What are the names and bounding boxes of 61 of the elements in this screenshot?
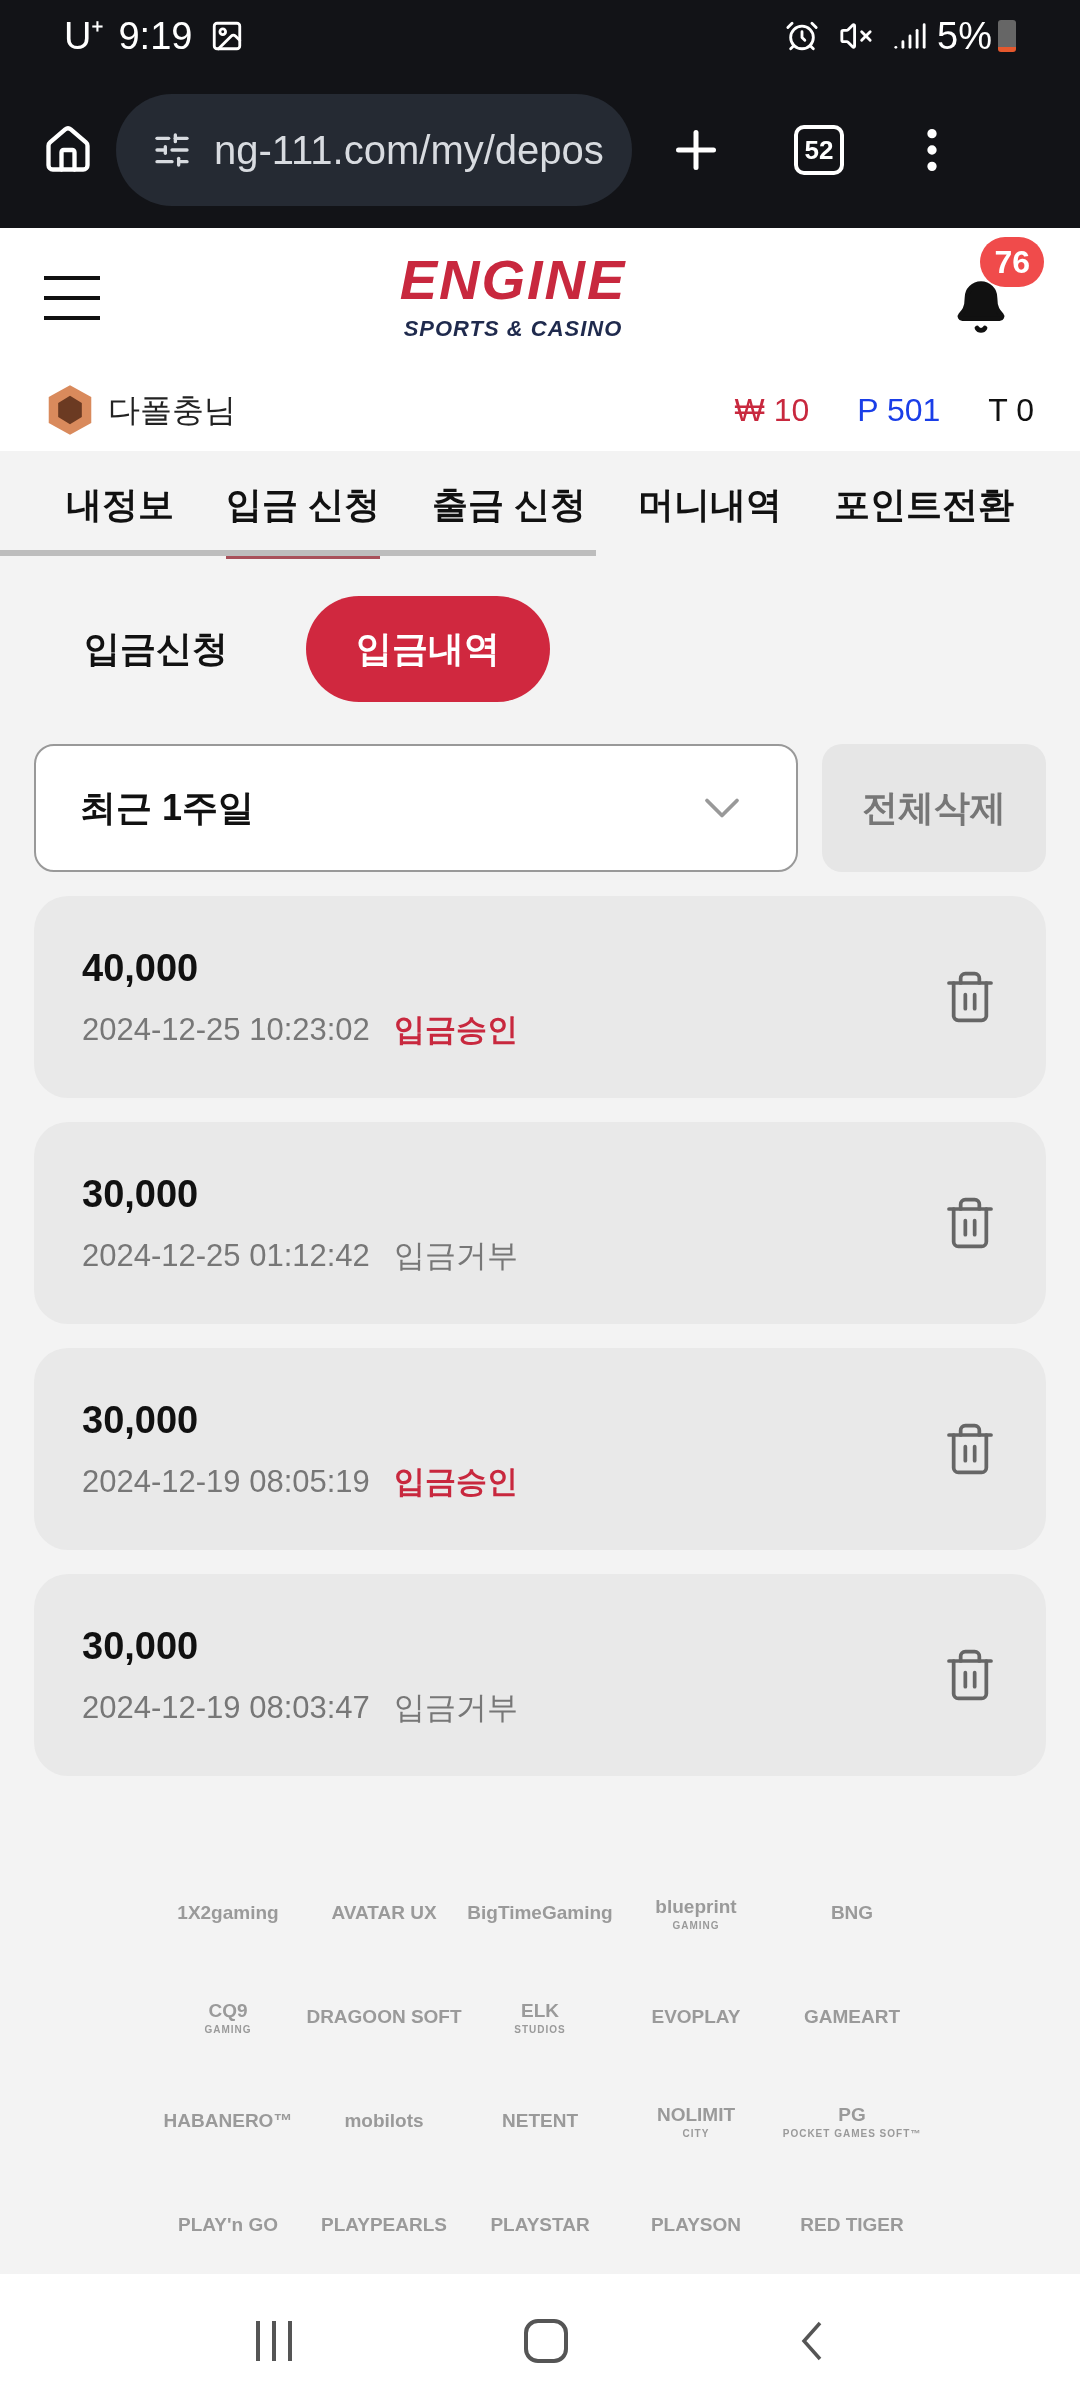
status-text: 입금거부	[393, 1689, 518, 1728]
provider-logo: NETENT	[502, 2109, 578, 2133]
provider-logo: AVATAR UX	[331, 1901, 437, 1925]
provider-logo: mobilots	[344, 2109, 424, 2133]
sub-tab[interactable]: 입금신청	[56, 596, 256, 702]
provider-logo: GAMEART	[803, 2005, 901, 2029]
amount-text: 30,000	[82, 1172, 200, 1218]
username-label: 다폴충님	[108, 390, 236, 430]
delete-all-button[interactable]: 전체삭제	[822, 744, 1046, 872]
datetime-text: 2024-12-25 10:23:02	[82, 1011, 370, 1050]
provider-logo: BigTimeGaming	[467, 1901, 613, 1925]
balance-label: T 0	[988, 390, 1034, 430]
sub-tab[interactable]: 입금내역	[306, 596, 550, 702]
provider-logo: BNG	[830, 1901, 874, 1925]
alarm-icon	[785, 19, 820, 53]
notification-count-badge: 76	[980, 237, 1044, 287]
nav-tab[interactable]: 머니내역	[638, 459, 782, 559]
logo-subtitle: SPORTS & CASINO	[403, 314, 623, 343]
hamburger-menu-button[interactable]	[44, 276, 100, 320]
balance-label: ₩ 10	[734, 390, 810, 430]
home-nav-button[interactable]	[524, 2319, 568, 2363]
provider-logo: PG POCKET GAMES SOFT™	[782, 2102, 922, 2140]
battery-percent: 5%	[937, 13, 992, 59]
back-button[interactable]	[800, 2319, 824, 2363]
period-dropdown[interactable]: 최근 1주일	[34, 744, 798, 872]
logo-title: ENGINE	[399, 251, 627, 308]
provider-logo: PLAYSON	[650, 2213, 742, 2237]
site-settings-icon[interactable]	[152, 130, 192, 170]
recent-apps-button[interactable]	[256, 2321, 292, 2361]
provider-logo: 1X2gaming	[177, 1901, 279, 1925]
provider-logo: PLAY'n GO	[178, 2213, 278, 2237]
nav-tab[interactable]: 포인트전환	[833, 459, 1014, 559]
amount-text: 40,000	[82, 946, 200, 992]
amount-text: 30,000	[82, 1398, 200, 1444]
hexagon-rank-icon	[46, 383, 94, 436]
datetime-text: 2024-12-25 01:12:42	[82, 1237, 370, 1276]
tab-count-button[interactable]: 52	[794, 125, 844, 175]
provider-logo: EVOPLAY	[651, 2005, 741, 2029]
provider-logo: RED TIGER	[800, 2213, 904, 2237]
datetime-text: 2024-12-19 08:03:47	[82, 1689, 370, 1728]
provider-logo: PLAYPEARLS	[321, 2213, 447, 2237]
clock-time: 9:19	[118, 13, 193, 59]
provider-logo: blueprint GAMING	[655, 1894, 737, 1932]
datetime-text: 2024-12-19 08:05:19	[82, 1463, 370, 1502]
provider-logo: CQ9 GAMING	[204, 1998, 252, 2036]
provider-logo: PLAYSTAR	[490, 2213, 590, 2237]
battery-icon	[998, 20, 1016, 52]
url-field[interactable]: ng-111.com/my/depos	[116, 94, 632, 206]
nav-tab[interactable]: 출금 신청	[432, 459, 586, 559]
carrier-label: U⁺	[64, 13, 105, 59]
status-text: 입금승인	[393, 1463, 518, 1502]
provider-logo: NOLIMIT CITY	[656, 2102, 736, 2140]
status-text: 입금거부	[393, 1237, 518, 1276]
url-text: ng-111.com/my/depos	[214, 127, 604, 174]
amount-text: 30,000	[82, 1624, 200, 1670]
status-text: 입금승인	[393, 1011, 518, 1050]
balance-label: P 501	[857, 390, 941, 430]
provider-logo: HABANERO™	[163, 2109, 293, 2133]
provider-logo: DRAGOON SOFT	[306, 2005, 462, 2029]
nav-tab[interactable]: 내정보	[66, 459, 174, 559]
provider-logo: ELK STUDIOS	[514, 1998, 566, 2036]
